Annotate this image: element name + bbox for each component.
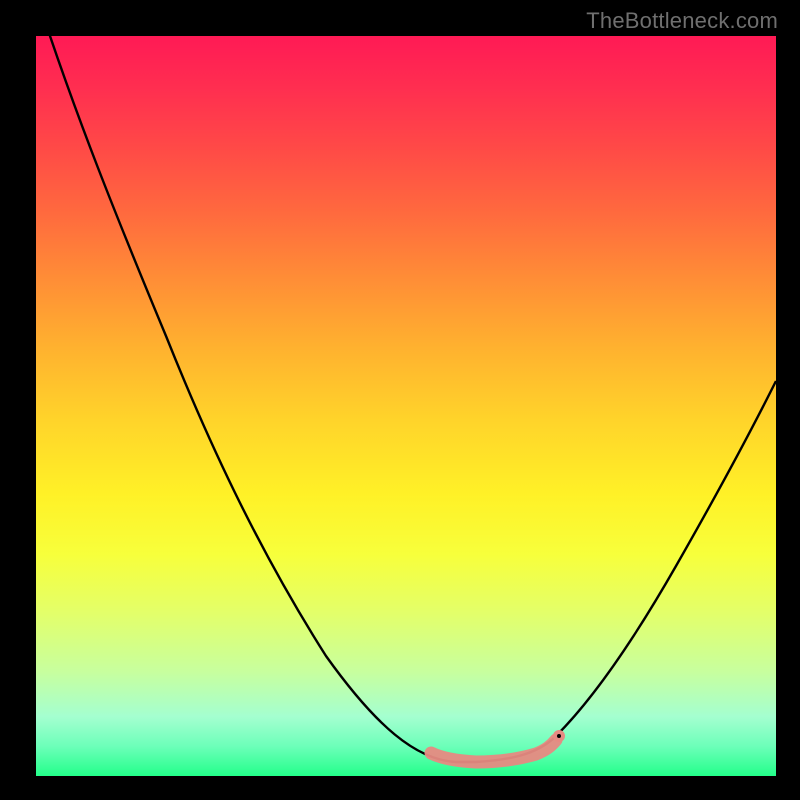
curve-layer <box>36 36 776 776</box>
bottleneck-curve-path <box>40 36 776 762</box>
highlight-band-path <box>431 740 556 762</box>
chart-frame: TheBottleneck.com <box>0 0 800 800</box>
highlight-dot-right-inner <box>557 734 561 738</box>
plot-area <box>36 36 776 776</box>
attribution-label: TheBottleneck.com <box>586 8 778 34</box>
